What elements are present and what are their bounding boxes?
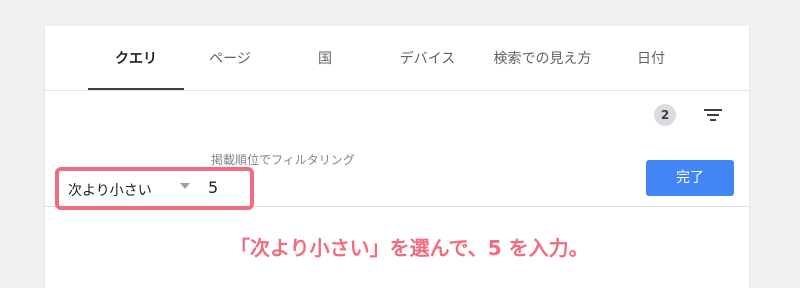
tab-query[interactable]: クエリ (88, 48, 184, 90)
filter-icon[interactable] (703, 107, 723, 123)
tab-countries[interactable]: 国 (295, 48, 355, 90)
dimension-tabs: クエリ ページ 国 デバイス 検索での見え方 日付 (45, 26, 749, 90)
tab-search-appearance[interactable]: 検索での見え方 (480, 48, 605, 90)
tab-dates[interactable]: 日付 (621, 48, 681, 90)
position-value-input[interactable]: 5 (208, 178, 238, 198)
filter-position-label: 掲載順位でフィルタリング (211, 153, 355, 167)
filter-count-badge: 2 (654, 104, 676, 126)
done-button[interactable]: 完了 (646, 160, 734, 196)
instruction-caption: 「次より小さい」を選んで、5 を入力。 (230, 236, 589, 260)
condition-select[interactable]: 次より小さい (68, 180, 152, 200)
tab-pages[interactable]: ページ (190, 48, 270, 90)
tab-devices[interactable]: デバイス (385, 48, 470, 90)
tab-divider (45, 90, 749, 91)
chevron-down-icon[interactable] (180, 183, 190, 189)
